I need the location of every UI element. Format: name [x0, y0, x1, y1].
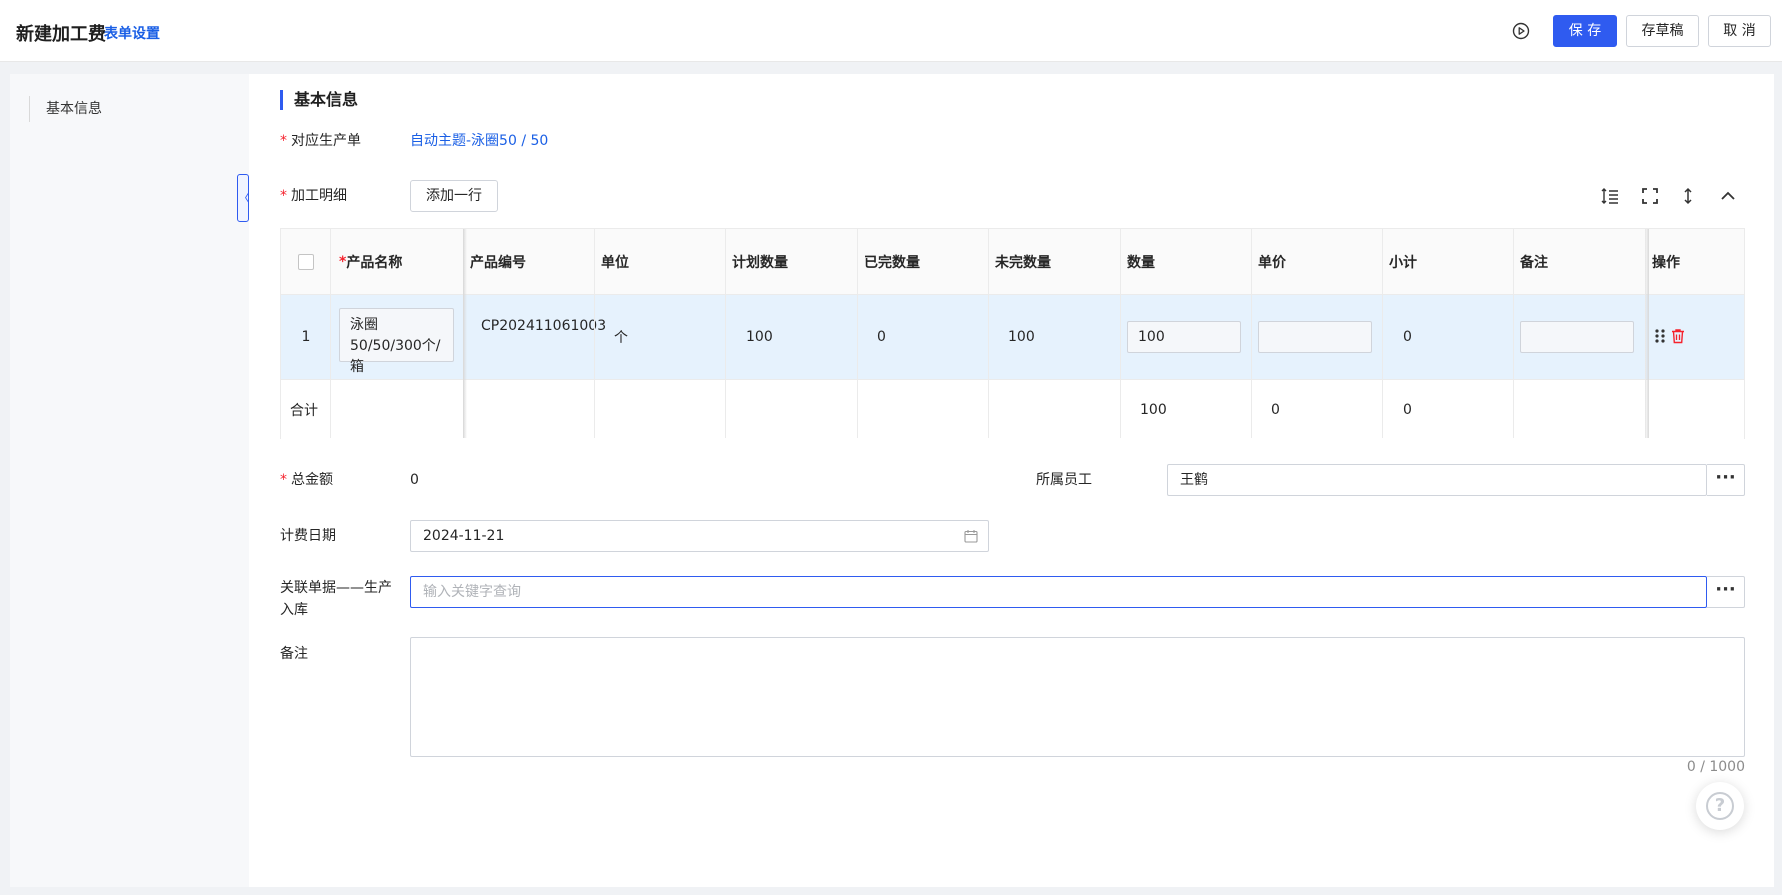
price-input[interactable] [1258, 321, 1372, 353]
column-divider [725, 229, 726, 438]
sidebar-item-basic-info[interactable]: 基本信息 [29, 96, 102, 122]
related-doc-label: 关联单据——生产入库 [280, 580, 392, 618]
production-order-link[interactable]: 自动主题-泳圈50 / 50 [410, 131, 548, 151]
calendar-icon [964, 530, 978, 543]
page-title: 新建加工费 [16, 24, 106, 45]
cancel-button[interactable]: 取 消 [1708, 15, 1771, 47]
column-divider [1513, 229, 1514, 438]
product-code: CP202411061003 [481, 318, 607, 334]
table-header-row: * 产品名称 产品编号 单位 计划数量 已完数量 未完数量 数量 单价 小计 备注… [281, 229, 1744, 295]
table-summary-row: 合计 100 0 0 [281, 379, 1744, 439]
help-icon: ? [1706, 792, 1734, 820]
form-settings-link[interactable]: 表单设置 [104, 23, 160, 43]
total-amount-value: 0 [410, 472, 419, 488]
col-header-unit: 单位 [601, 254, 629, 271]
remark-textarea[interactable] [410, 637, 1745, 757]
production-order-label-text: 对应生产单 [291, 133, 361, 149]
details-label: * 加工明细 [280, 186, 347, 206]
help-button[interactable]: ? [1696, 782, 1744, 830]
summary-label: 合计 [290, 402, 318, 419]
col-header-undone: 未完数量 [995, 254, 1051, 271]
summary-price: 0 [1271, 401, 1280, 418]
details-label-text: 加工明细 [291, 188, 347, 204]
related-doc-placeholder: 输入关键字查询 [423, 584, 521, 600]
production-order-label: * 对应生产单 [280, 131, 361, 151]
col-header-price: 单价 [1258, 254, 1286, 271]
col-header-planned: 计划数量 [732, 254, 788, 271]
summary-qty: 100 [1140, 401, 1167, 418]
column-divider [1120, 229, 1121, 438]
undone-qty-value: 100 [1008, 329, 1035, 345]
sidebar-collapse-handle[interactable]: 〈 [237, 174, 250, 222]
done-qty-value: 0 [877, 329, 886, 345]
employee-picker-button[interactable]: ··· [1707, 464, 1745, 496]
required-mark: * [339, 253, 347, 270]
fullscreen-icon[interactable] [1640, 186, 1660, 206]
product-name-field[interactable]: 泳圈50/50/300个/箱 [339, 308, 454, 375]
fixed-column-shadow [1645, 229, 1649, 438]
required-mark: * [280, 133, 287, 149]
row-height-icon[interactable] [1600, 186, 1620, 206]
col-header-qty: 数量 [1127, 254, 1155, 271]
column-divider [1251, 229, 1252, 438]
vertical-resize-icon[interactable] [1678, 186, 1698, 206]
add-row-button[interactable]: 添加一行 [410, 180, 498, 212]
col-header-note: 备注 [1520, 254, 1548, 271]
column-divider [1382, 229, 1383, 438]
note-input[interactable] [1520, 321, 1634, 353]
billing-date-label: 计费日期 [280, 528, 336, 544]
table-row: 1 泳圈50/50/300个/箱 CP202411061003 个 100 0 … [281, 295, 1744, 379]
related-doc-picker-button[interactable]: ··· [1707, 576, 1745, 608]
collapse-up-icon[interactable] [1718, 186, 1738, 206]
total-amount-label-text: 总金额 [291, 472, 333, 488]
billing-date-value: 2024-11-21 [423, 528, 505, 544]
required-mark: * [280, 472, 287, 488]
remark-label: 备注 [280, 646, 308, 662]
select-all-cell [281, 229, 331, 294]
sidebar: 基本信息 [10, 74, 249, 887]
top-bar: 新建加工费 表单设置 保 存 存草稿 取 消 [0, 0, 1782, 62]
total-amount-label: * 总金额 [280, 470, 333, 490]
delete-icon[interactable] [1670, 328, 1686, 344]
select-all-checkbox[interactable] [298, 253, 314, 270]
row-index: 1 [301, 329, 311, 345]
employee-label: 所属员工 [1036, 472, 1092, 488]
required-mark: * [280, 188, 287, 204]
col-header-code: 产品编号 [470, 254, 526, 271]
col-header-actions: 操作 [1652, 254, 1680, 271]
column-divider [857, 229, 858, 438]
billing-date-field[interactable]: 2024-11-21 [410, 520, 989, 552]
column-divider [594, 229, 595, 438]
col-header-name: * 产品名称 [339, 229, 459, 294]
remark-char-counter: 0 / 1000 [1686, 759, 1745, 775]
save-draft-button[interactable]: 存草稿 [1626, 15, 1699, 47]
details-table: * 产品名称 产品编号 单位 计划数量 已完数量 未完数量 数量 单价 小计 备注… [280, 228, 1745, 439]
save-button[interactable]: 保 存 [1553, 15, 1617, 47]
subtotal-value: 0 [1403, 329, 1412, 345]
col-header-done: 已完数量 [864, 254, 920, 271]
section-title-basic-info: 基本信息 [280, 90, 358, 110]
unit-value: 个 [614, 330, 628, 346]
employee-field[interactable]: 王鹤 [1167, 464, 1707, 496]
col-header-subtotal: 小计 [1389, 254, 1417, 271]
planned-qty-value: 100 [746, 329, 773, 345]
summary-subtotal: 0 [1403, 401, 1412, 418]
qty-input[interactable]: 100 [1127, 321, 1241, 353]
play-circle-icon[interactable] [1512, 22, 1530, 40]
column-divider [330, 229, 331, 438]
drag-handle-icon[interactable] [1654, 328, 1666, 344]
fixed-column-shadow [463, 229, 467, 438]
column-divider [988, 229, 989, 438]
col-header-name-text: 产品名称 [346, 254, 403, 271]
related-doc-search-input[interactable]: 输入关键字查询 [410, 576, 1707, 608]
